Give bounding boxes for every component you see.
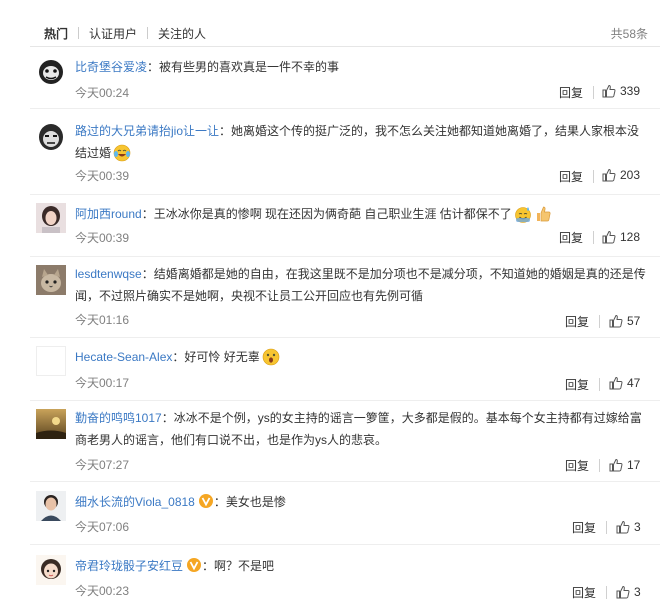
reply-button[interactable]: 回复 <box>572 584 596 601</box>
comment-item: 勤奋的鸣鸣1017：冰冰不是个例，ys的女主持的谣言一箩筐，大多都是假的。基本每… <box>30 401 660 482</box>
divider <box>599 459 600 472</box>
thumbs-up-icon <box>616 520 630 534</box>
reply-button[interactable]: 回复 <box>559 168 583 185</box>
comment-text: Hecate-Sean-Alex：好可怜 好无辜 <box>75 346 646 373</box>
comment-username[interactable]: 帝君玲珑骰子安红豆 <box>75 559 183 573</box>
comment-text: lesdtenwqse：结婚离婚都是她的自由，在我这里既不是加分项也不是减分项，… <box>75 267 646 303</box>
thumbs-up-emoji-icon <box>534 205 552 230</box>
shocked-face-icon <box>262 348 280 373</box>
like-button[interactable]: 339 <box>602 84 640 98</box>
cartoon-girl-icon <box>36 555 66 585</box>
like-button[interactable]: 203 <box>602 168 640 182</box>
like-button[interactable]: 3 <box>616 585 641 599</box>
avatar[interactable] <box>36 122 66 152</box>
avatar[interactable] <box>36 409 66 439</box>
comment-item: 细水长流的Viola_0818 ：美女也是惨 今天07:06 回复 3 <box>30 482 660 545</box>
meme-face-icon <box>36 56 66 86</box>
comment-time: 今天00:24 <box>75 86 130 100</box>
like-button[interactable]: 128 <box>602 230 640 244</box>
divider <box>593 231 594 244</box>
comment-time: 今天00:39 <box>75 169 130 183</box>
comment-item: 帝君玲珑骰子安红豆 ：啊？不是吧 今天00:23 回复 3 <box>30 545 660 604</box>
comment-text: 细水长流的Viola_0818 ：美女也是惨 <box>75 491 646 516</box>
thumbs-up-icon <box>609 314 623 328</box>
divider <box>606 521 607 534</box>
tab-verified-users[interactable]: 认证用户 <box>89 25 137 42</box>
divider <box>599 378 600 391</box>
comment-username[interactable]: 路过的大兄弟请抬jio让一让 <box>75 124 219 138</box>
comment-item: Hecate-Sean-Alex：好可怜 好无辜 今天00:17 回复 47 <box>30 338 660 401</box>
comment-item: lesdtenwqse：结婚离婚都是她的自由，在我这里既不是加分项也不是减分项，… <box>30 257 660 338</box>
verified-badge-icon <box>198 493 214 516</box>
comment-time: 今天07:06 <box>75 520 130 534</box>
like-button[interactable]: 3 <box>616 520 641 534</box>
avatar[interactable] <box>36 555 66 585</box>
comment-time: 今天00:39 <box>75 231 130 245</box>
laughing-tears-icon <box>113 144 131 169</box>
thumbs-up-icon <box>609 458 623 472</box>
comment-tabs: 热门 认证用户 关注的人 共58条 <box>30 0 660 47</box>
like-button[interactable]: 17 <box>609 458 640 472</box>
reply-button[interactable]: 回复 <box>565 457 589 474</box>
reply-button[interactable]: 回复 <box>565 313 589 330</box>
tab-following[interactable]: 关注的人 <box>158 25 206 42</box>
thumbs-up-icon <box>602 84 616 98</box>
divider <box>606 586 607 599</box>
like-button[interactable]: 57 <box>609 314 640 328</box>
comment-panel: 热门 认证用户 关注的人 共58条 比奇堡谷爱凌：被有些男的喜欢真是一件不幸的事… <box>0 0 660 604</box>
verified-badge-icon <box>186 557 202 580</box>
comment-username[interactable]: 勤奋的鸣鸣1017 <box>75 411 162 425</box>
comment-text: 勤奋的鸣鸣1017：冰冰不是个例，ys的女主持的谣言一箩筐，大多都是假的。基本每… <box>75 411 642 447</box>
thumbs-up-icon <box>609 376 623 390</box>
thumbs-up-icon <box>602 168 616 182</box>
comment-time: 今天00:17 <box>75 376 130 390</box>
comment-item: 路过的大兄弟请抬jio让一让：她离婚这个传的挺广泛的，我不怎么关注她都知道她离婚… <box>30 109 660 195</box>
sunset-photo-icon <box>36 409 66 439</box>
divider <box>599 315 600 328</box>
comment-text: 阿加西round：王冰冰你是真的惨啊 现在还因为俩奇葩 自己职业生涯 估计都保不… <box>75 203 646 230</box>
like-button[interactable]: 47 <box>609 376 640 390</box>
woman-photo-icon <box>36 203 66 233</box>
comment-count: 共58条 <box>610 27 648 41</box>
comment-username[interactable]: 比奇堡谷爱凌 <box>75 60 147 74</box>
avatar[interactable] <box>36 491 66 521</box>
reply-button[interactable]: 回复 <box>572 519 596 536</box>
comment-item: 比奇堡谷爱凌：被有些男的喜欢真是一件不幸的事 今天00:24 回复 339 <box>30 47 660 109</box>
comment-time: 今天00:23 <box>75 584 130 598</box>
comment-username[interactable]: 细水长流的Viola_0818 <box>75 495 195 509</box>
comment-text: 比奇堡谷爱凌：被有些男的喜欢真是一件不幸的事 <box>75 60 340 74</box>
meme-face-icon <box>36 122 66 152</box>
comment-text: 帝君玲珑骰子安红豆 ：啊？不是吧 <box>75 555 646 580</box>
reply-button[interactable]: 回复 <box>559 229 583 246</box>
comment-username[interactable]: lesdtenwqse <box>75 267 142 281</box>
avatar[interactable] <box>36 265 66 295</box>
avatar[interactable] <box>36 346 66 376</box>
reply-button[interactable]: 回复 <box>565 376 589 393</box>
comment-username[interactable]: Hecate-Sean-Alex <box>75 350 172 364</box>
reply-button[interactable]: 回复 <box>559 84 583 101</box>
tab-divider <box>78 27 79 39</box>
comment-item: 阿加西round：王冰冰你是真的惨啊 现在还因为俩奇葩 自己职业生涯 估计都保不… <box>30 195 660 257</box>
tab-divider <box>147 27 148 39</box>
avatar[interactable] <box>36 56 66 86</box>
divider <box>593 86 594 99</box>
man-photo-icon <box>36 491 66 521</box>
divider <box>593 170 594 183</box>
comment-text: 路过的大兄弟请抬jio让一让：她离婚这个传的挺广泛的，我不怎么关注她都知道她离婚… <box>75 120 646 169</box>
comment-time: 今天07:27 <box>75 458 130 472</box>
avatar[interactable] <box>36 203 66 233</box>
thumbs-up-icon <box>602 230 616 244</box>
sweat-smile-icon <box>514 205 532 230</box>
tab-hot[interactable]: 热门 <box>44 25 68 42</box>
cat-photo-icon <box>36 265 66 295</box>
comment-username[interactable]: 阿加西round <box>75 207 142 221</box>
comment-time: 今天01:16 <box>75 313 130 327</box>
thumbs-up-icon <box>616 585 630 599</box>
